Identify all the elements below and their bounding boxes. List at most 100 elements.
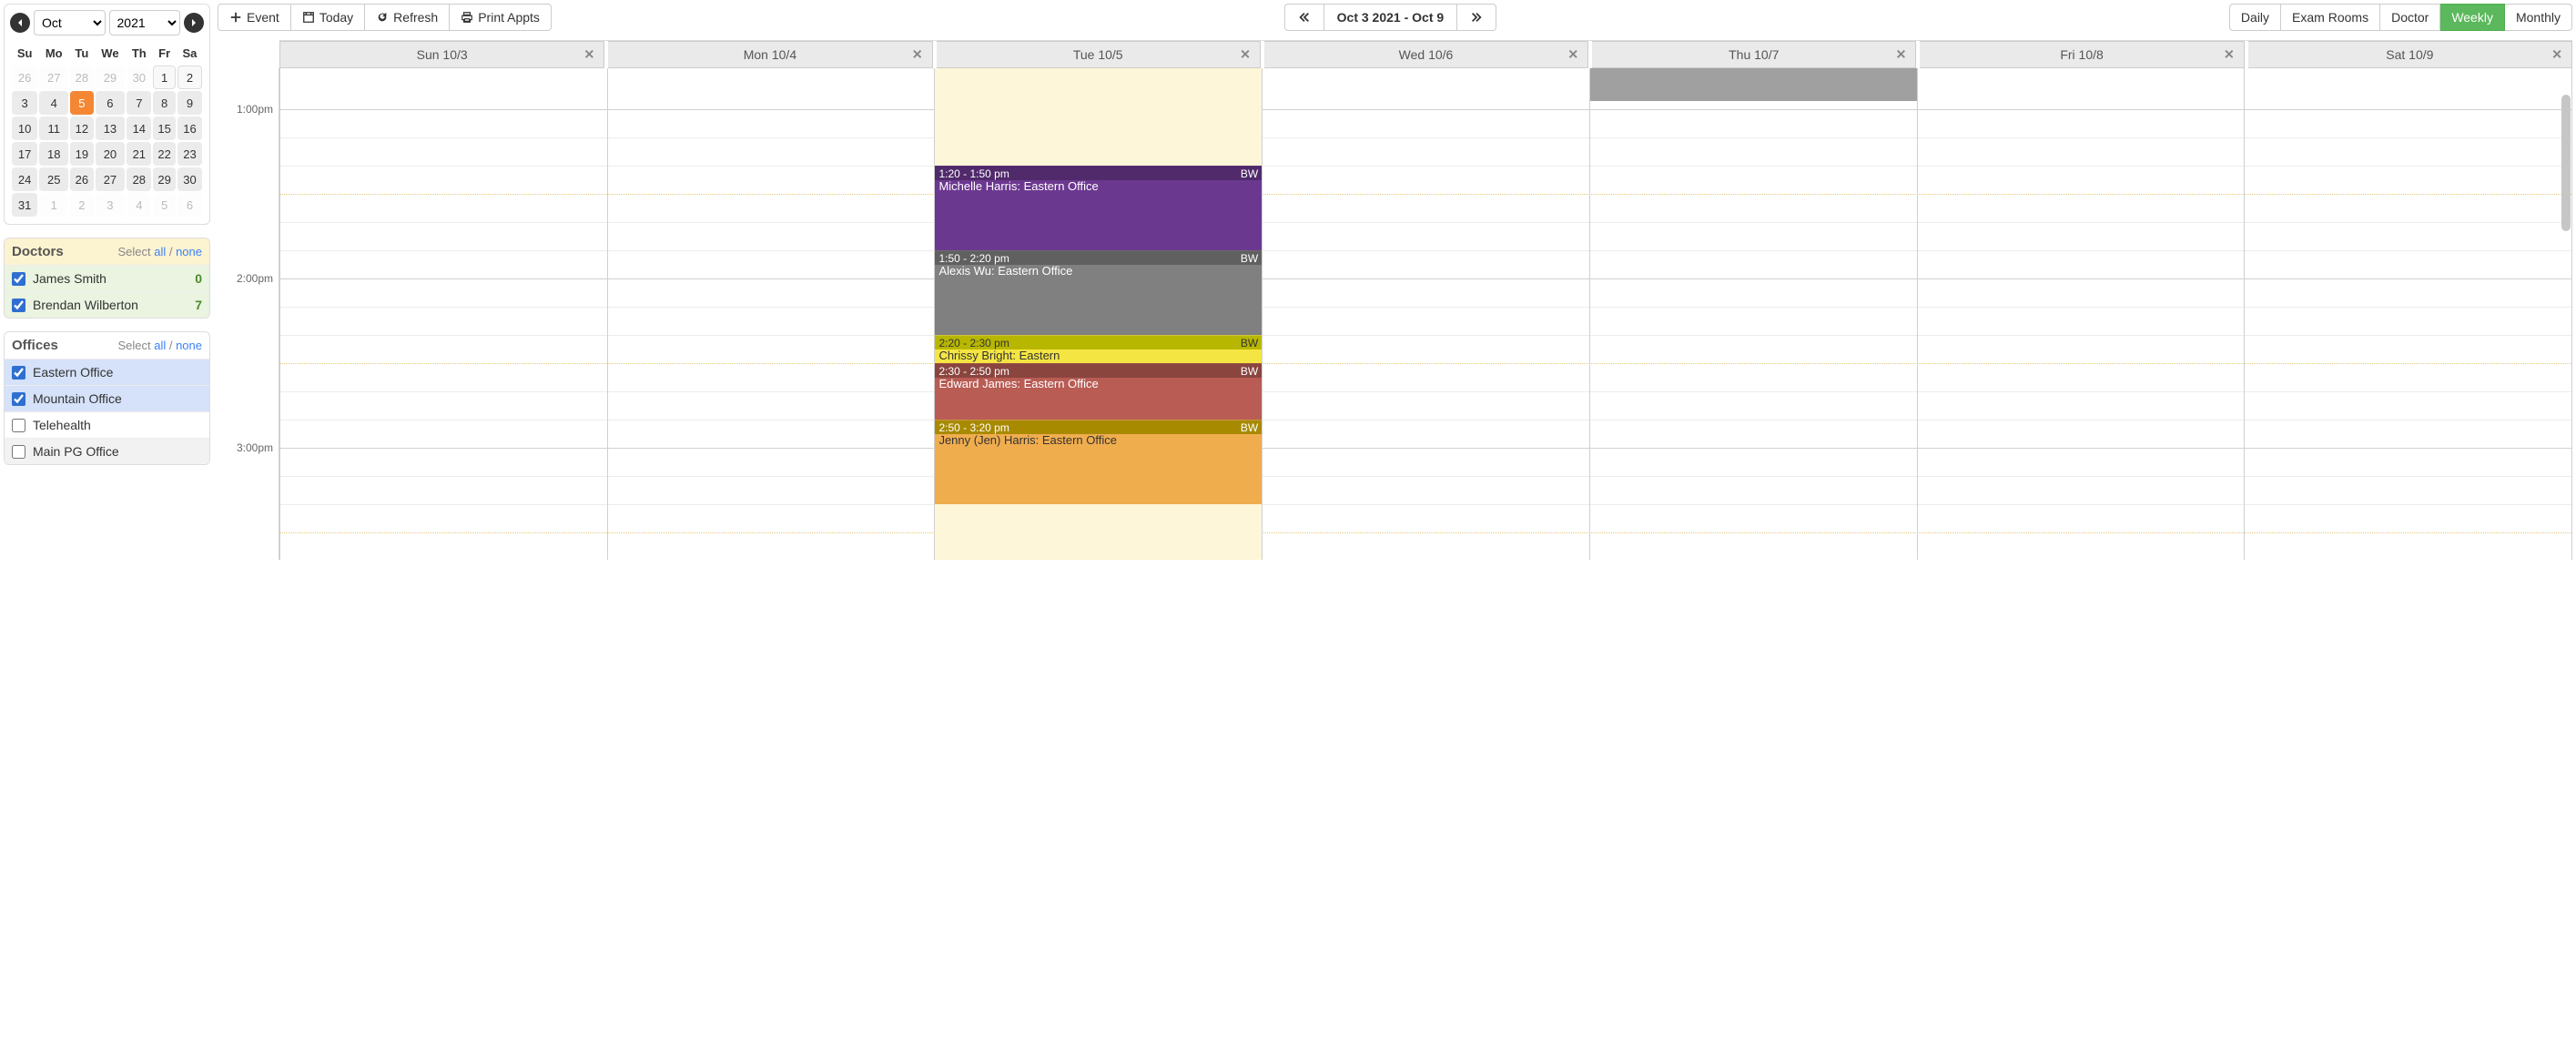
mini-cal-day[interactable]: 8 [153,91,176,115]
mini-cal-day[interactable]: 30 [127,66,151,89]
mini-cal-day[interactable]: 4 [127,193,151,217]
month-select[interactable]: Oct [34,10,106,35]
appointment[interactable]: 1:50 - 2:20 pmBW Alexis Wu: Eastern Offi… [935,250,1262,335]
day-column-header[interactable]: Mon 10/4 ✕ [608,41,932,68]
close-day-icon[interactable]: ✕ [1896,47,1907,63]
office-checkbox[interactable] [12,419,25,432]
mini-cal-day[interactable]: 25 [39,167,68,191]
mini-cal-day[interactable]: 2 [177,66,202,89]
mini-cal-day[interactable]: 22 [153,142,176,166]
year-select[interactable]: 2021 [109,10,181,35]
day-column-header[interactable]: Wed 10/6 ✕ [1264,41,1588,68]
mini-cal-day[interactable]: 16 [177,116,202,140]
mini-cal-day[interactable]: 13 [96,116,126,140]
mini-cal-day[interactable]: 21 [127,142,151,166]
office-name: Telehealth [33,418,202,432]
mini-cal-day[interactable]: 24 [12,167,37,191]
office-checkbox[interactable] [12,392,25,406]
vertical-scrollbar[interactable] [2561,95,2571,231]
mini-cal-day[interactable]: 23 [177,142,202,166]
day-column[interactable] [279,68,607,560]
view-monthly-button[interactable]: Monthly [2505,4,2572,31]
mini-cal-day[interactable]: 15 [153,116,176,140]
mini-cal-day[interactable]: 1 [153,66,176,89]
day-column[interactable] [607,68,935,560]
day-column-header[interactable]: Tue 10/5 ✕ [937,41,1261,68]
view-daily-button[interactable]: Daily [2229,4,2281,31]
close-day-icon[interactable]: ✕ [2224,47,2235,63]
mini-cal-day[interactable]: 6 [177,193,202,217]
print-button[interactable]: Print Appts [450,4,552,31]
prev-week-button[interactable] [1284,4,1324,31]
day-column-header[interactable]: Thu 10/7 ✕ [1592,41,1916,68]
offices-select-none[interactable]: none [176,339,202,352]
next-month-button[interactable] [184,13,204,33]
mini-cal-day[interactable]: 3 [12,91,37,115]
mini-cal-day[interactable]: 5 [153,193,176,217]
close-day-icon[interactable]: ✕ [1240,47,1251,63]
today-button[interactable]: Today [291,4,365,31]
day-column[interactable] [1262,68,1589,560]
day-column[interactable] [2244,68,2571,560]
close-day-icon[interactable]: ✕ [2551,47,2562,63]
day-column-header[interactable]: Sat 10/9 ✕ [2248,41,2572,68]
mini-cal-day[interactable]: 31 [12,193,37,217]
appointment-time: 2:30 - 2:50 pm [938,365,1009,378]
mini-cal-day[interactable]: 10 [12,116,37,140]
day-column-header[interactable]: Fri 10/8 ✕ [1920,41,2244,68]
mini-cal-day[interactable]: 29 [153,167,176,191]
doctor-checkbox[interactable] [12,272,25,286]
doctors-select-none[interactable]: none [176,245,202,258]
date-range-button[interactable]: Oct 3 2021 - Oct 9 [1324,4,1458,31]
mini-cal-day[interactable]: 19 [70,142,93,166]
close-day-icon[interactable]: ✕ [912,47,923,63]
day-column[interactable] [1917,68,2245,560]
close-day-icon[interactable]: ✕ [584,47,595,63]
mini-cal-day[interactable]: 27 [96,167,126,191]
close-day-icon[interactable]: ✕ [1567,47,1578,63]
mini-cal-day[interactable]: 9 [177,91,202,115]
refresh-button[interactable]: Refresh [365,4,450,31]
office-checkbox[interactable] [12,445,25,459]
mini-cal-day[interactable]: 6 [96,91,126,115]
mini-cal-day[interactable]: 11 [39,116,68,140]
appointment[interactable]: 1:20 - 1:50 pmBW Michelle Harris: Easter… [935,166,1262,250]
mini-cal-day[interactable]: 20 [96,142,126,166]
event-button[interactable]: Event [218,4,291,31]
mini-cal-day[interactable]: 28 [70,66,93,89]
mini-cal-day[interactable]: 30 [177,167,202,191]
mini-cal-day[interactable]: 26 [70,167,93,191]
day-column-header[interactable]: Sun 10/3 ✕ [279,41,604,68]
doctor-count: 7 [195,298,202,312]
appointment[interactable]: 2:20 - 2:30 pmBW Chrissy Bright: Eastern [935,335,1262,363]
mini-cal-day[interactable]: 28 [127,167,151,191]
appointment[interactable]: 2:50 - 3:20 pmBW Jenny (Jen) Harris: Eas… [935,420,1262,504]
prev-month-button[interactable] [10,13,30,33]
mini-cal-day[interactable]: 4 [39,91,68,115]
mini-cal-day[interactable]: 5 [70,91,93,115]
time-label: 1:00pm [237,103,273,116]
office-checkbox[interactable] [12,366,25,380]
day-column[interactable] [1589,68,1917,560]
mini-cal-day[interactable]: 1 [39,193,68,217]
view-exam-rooms-button[interactable]: Exam Rooms [2281,4,2380,31]
mini-cal-day[interactable]: 7 [127,91,151,115]
appointment[interactable]: 2:30 - 2:50 pmBW Edward James: Eastern O… [935,363,1262,420]
mini-cal-day[interactable]: 18 [39,142,68,166]
mini-cal-day[interactable]: 29 [96,66,126,89]
mini-cal-day[interactable]: 12 [70,116,93,140]
mini-cal-day[interactable]: 27 [39,66,68,89]
offices-select-all[interactable]: all [154,339,166,352]
view-weekly-button[interactable]: Weekly [2440,4,2505,31]
view-doctor-button[interactable]: Doctor [2380,4,2440,31]
doctor-checkbox[interactable] [12,299,25,312]
office-filter-row: Mountain Office [5,385,209,411]
mini-cal-day[interactable]: 26 [12,66,37,89]
doctors-select-all[interactable]: all [154,245,166,258]
next-week-button[interactable] [1457,4,1496,31]
mini-cal-day[interactable]: 17 [12,142,37,166]
mini-cal-day[interactable]: 2 [70,193,93,217]
mini-cal-day[interactable]: 14 [127,116,151,140]
mini-cal-day[interactable]: 3 [96,193,126,217]
day-column[interactable]: 1:20 - 1:50 pmBW Michelle Harris: Easter… [934,68,1262,560]
